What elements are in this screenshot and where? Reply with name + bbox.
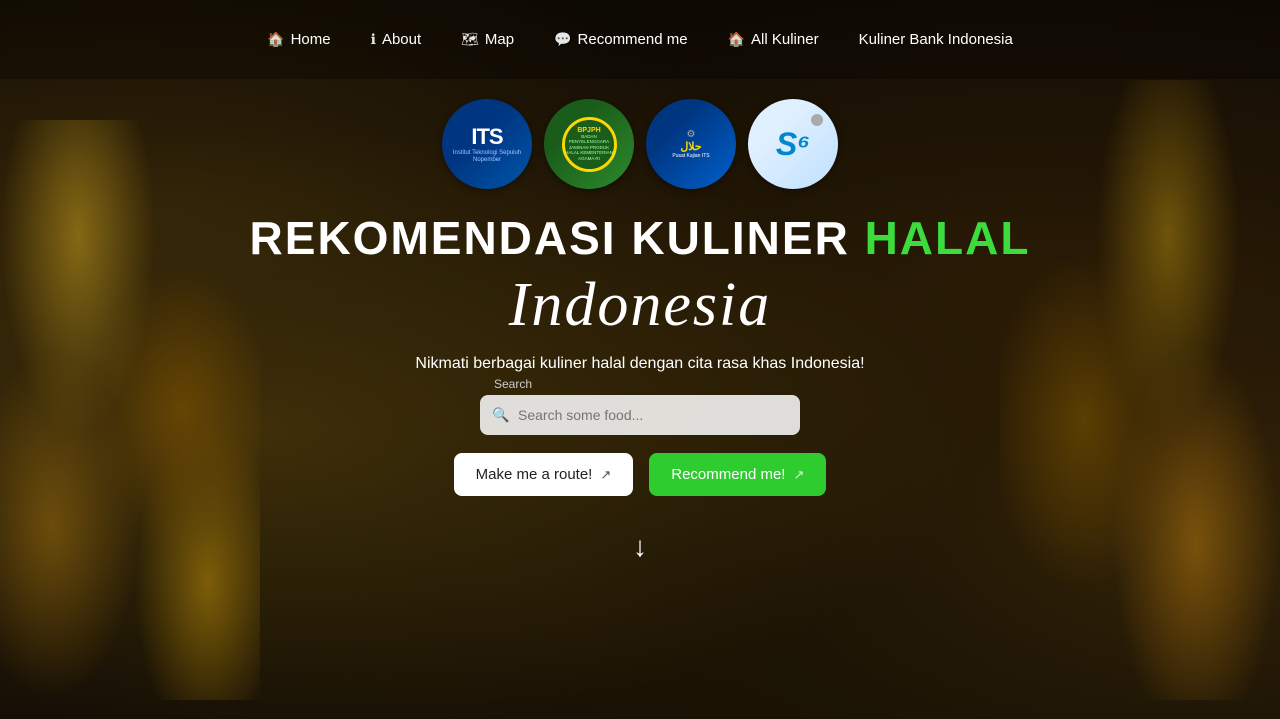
external-link-icon-recommend: ↗ <box>793 467 804 483</box>
hero-section: ITS Institut Teknologi Sepuluh Nopember … <box>0 79 1280 563</box>
nav-recommend[interactable]: 💬 Recommend me <box>534 23 707 56</box>
nav-map[interactable]: 🗺 Map <box>441 23 534 56</box>
search-icon: 🔍 <box>492 407 509 424</box>
logo-s6: S⁶ <box>748 99 838 189</box>
navbar: 🏠 Home ℹ About 🗺 Map 💬 Recommend me 🏠 Al… <box>0 0 1280 79</box>
logos-row: ITS Institut Teknologi Sepuluh Nopember … <box>442 99 838 189</box>
logo-its: ITS Institut Teknologi Sepuluh Nopember <box>442 99 532 189</box>
recommend-me-button[interactable]: Recommend me! ↗ <box>649 453 826 496</box>
action-buttons: Make me a route! ↗ Recommend me! ↗ <box>454 453 827 496</box>
nav-allkuliner[interactable]: 🏠 All Kuliner <box>708 23 839 56</box>
kuliner-icon: 🏠 <box>728 31 745 48</box>
info-icon: ℹ <box>371 31 376 48</box>
indonesia-heading: Indonesia <box>509 270 772 341</box>
search-container: Search 🔍 <box>480 395 800 435</box>
nav-kulinerbank[interactable]: Kuliner Bank Indonesia <box>839 23 1033 56</box>
recommend-icon: 💬 <box>554 31 571 48</box>
hero-subtitle: Nikmati berbagai kuliner halal dengan ci… <box>415 355 864 373</box>
map-icon: 🗺 <box>461 31 479 48</box>
search-label: Search <box>494 377 532 391</box>
make-route-button[interactable]: Make me a route! ↗ <box>454 453 634 496</box>
nav-about[interactable]: ℹ About <box>351 23 442 56</box>
nav-home[interactable]: 🏠 Home <box>247 23 350 56</box>
scroll-down-arrow[interactable]: ↓ <box>633 531 647 563</box>
main-heading: REKOMENDASI KULINER HALAL <box>250 211 1031 265</box>
home-icon: 🏠 <box>267 31 284 48</box>
external-link-icon-route: ↗ <box>600 467 611 483</box>
logo-pusat-kajian: ⚙ حلال Pusat Kajian ITS <box>646 99 736 189</box>
search-input[interactable] <box>480 395 800 435</box>
logo-bpjph: BPJPH BADAN PENYELENGGARA JAMINAN PRODUK… <box>544 99 634 189</box>
